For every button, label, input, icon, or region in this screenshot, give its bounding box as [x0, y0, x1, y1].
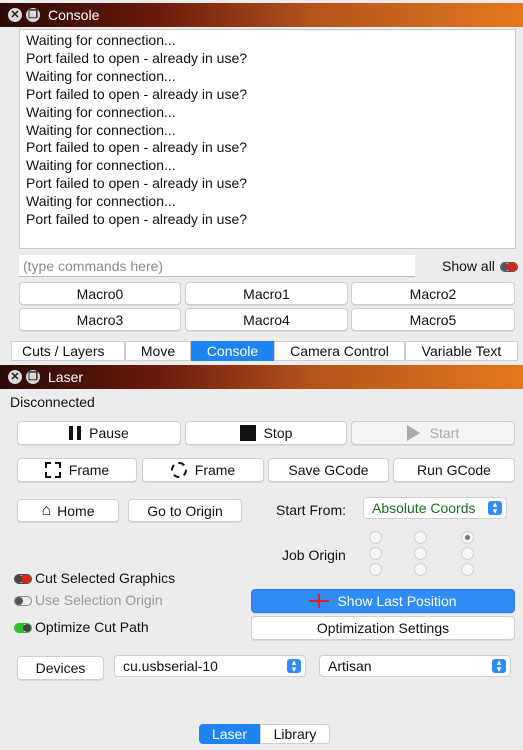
tab-console[interactable]: Console — [191, 341, 274, 361]
log-line: Waiting for connection... — [26, 32, 176, 48]
save-gcode-button[interactable]: Save GCode — [268, 458, 389, 482]
close-icon[interactable]: ✕ — [8, 8, 22, 22]
origin-radio-center[interactable] — [414, 547, 427, 560]
go-to-origin-button[interactable]: Go to Origin — [128, 499, 242, 522]
home-button[interactable]: ⌂ Home — [17, 499, 119, 522]
crosshair-icon — [309, 594, 330, 608]
home-label: Home — [57, 502, 95, 519]
device-profile-select[interactable]: Artisan ▴ ▾ — [319, 655, 511, 677]
start-from-select[interactable]: Absolute Coords ▴ ▾ — [363, 497, 507, 519]
laser-titlebar: ✕ ❐ Laser — [0, 365, 523, 389]
macro1-button[interactable]: Macro1 — [185, 282, 348, 305]
device-profile-value: Artisan — [328, 658, 372, 674]
console-log[interactable]: Waiting for connection... Port failed to… — [19, 29, 516, 249]
restore-icon[interactable]: ❐ — [26, 8, 40, 22]
frame-circle-icon — [170, 462, 187, 478]
port-select[interactable]: cu.usbserial-10 ▴ ▾ — [114, 655, 306, 677]
frame-round-label: Frame — [194, 462, 236, 478]
pause-button[interactable]: Pause — [17, 421, 181, 445]
stop-icon — [239, 425, 256, 441]
devices-button[interactable]: Devices — [17, 656, 104, 680]
toggle-fill — [22, 575, 31, 583]
macro0-button[interactable]: Macro0 — [19, 282, 181, 305]
tab-library[interactable]: Library — [260, 724, 330, 744]
job-origin-label: Job Origin — [282, 547, 346, 563]
macro3-button[interactable]: Macro3 — [19, 308, 181, 331]
console-titlebar: ✕ ❐ Console — [0, 3, 523, 27]
optimize-cut-path-toggle[interactable] — [14, 623, 32, 633]
origin-radio-middle-left[interactable] — [369, 547, 382, 560]
log-line: Waiting for connection... — [26, 103, 176, 120]
frame-round-button[interactable]: Frame — [142, 458, 264, 482]
toggle-knob — [23, 624, 31, 632]
macro2-button[interactable]: Macro2 — [351, 282, 515, 305]
log-line: Waiting for connection... — [26, 67, 176, 84]
macro4-button[interactable]: Macro4 — [185, 308, 348, 331]
tab-variable-text[interactable]: Variable Text — [405, 341, 518, 361]
origin-radio-bottom-right[interactable] — [461, 563, 474, 576]
origin-radio-top-right[interactable] — [461, 531, 474, 544]
start-label: Start — [429, 425, 460, 441]
log-line: Port failed to open - already in use? — [26, 85, 248, 102]
laser-title: Laser — [48, 369, 84, 385]
show-all-toggle[interactable] — [500, 262, 518, 272]
chevron-updown-icon: ▴ ▾ — [492, 658, 506, 674]
frame-rect-label: Frame — [68, 462, 110, 478]
tab-camera-control[interactable]: Camera Control — [274, 341, 405, 361]
optimization-settings-button[interactable]: Optimization Settings — [251, 616, 515, 640]
toggle-knob — [15, 597, 23, 605]
pause-label: Pause — [89, 425, 129, 441]
pause-icon — [69, 426, 82, 440]
origin-radio-middle-right[interactable] — [461, 547, 474, 560]
play-icon — [406, 425, 420, 441]
chevron-updown-icon: ▴ ▾ — [488, 500, 502, 516]
start-from-label: Start From: — [276, 502, 347, 518]
use-selection-origin-label: Use Selection Origin — [35, 592, 163, 608]
restore-icon[interactable]: ❐ — [26, 370, 40, 384]
log-line: Port failed to open - already in use? — [26, 49, 248, 66]
show-last-position-label: Show Last Position — [337, 593, 457, 609]
cut-selected-toggle[interactable] — [14, 574, 32, 584]
toggle-fill — [508, 263, 517, 271]
origin-radio-bottom-center[interactable] — [414, 563, 427, 576]
stop-label: Stop — [263, 425, 293, 441]
log-line: Waiting for connection... — [26, 193, 176, 210]
use-selection-origin-toggle[interactable] — [14, 596, 32, 606]
origin-radio-top-left[interactable] — [369, 531, 382, 544]
home-icon: ⌂ — [41, 501, 52, 519]
frame-rect-icon — [44, 462, 61, 478]
chevron-updown-icon: ▴ ▾ — [287, 658, 301, 674]
log-line: Port failed to open - already in use? — [26, 211, 248, 228]
bottom-tabs: Laser Library — [199, 724, 330, 744]
tab-cuts-layers[interactable]: Cuts / Layers — [11, 341, 125, 361]
connection-status: Disconnected — [10, 394, 95, 410]
tab-laser[interactable]: Laser — [199, 724, 260, 744]
show-last-position-button[interactable]: Show Last Position — [251, 589, 515, 613]
port-value: cu.usbserial-10 — [123, 658, 218, 674]
run-gcode-button[interactable]: Run GCode — [393, 458, 515, 482]
log-line: Waiting for connection... — [26, 121, 176, 138]
panel-tabs: Cuts / Layers Move Console Camera Contro… — [11, 341, 518, 361]
macro5-button[interactable]: Macro5 — [351, 308, 515, 331]
start-button[interactable]: Start — [351, 421, 515, 445]
optimize-cut-path-label: Optimize Cut Path — [35, 619, 149, 635]
origin-radio-bottom-left[interactable] — [369, 563, 382, 576]
tab-move[interactable]: Move — [125, 341, 191, 361]
frame-rect-button[interactable]: Frame — [17, 458, 137, 482]
console-title: Console — [48, 7, 100, 23]
origin-radio-top-center[interactable] — [414, 531, 427, 544]
log-line: Port failed to open - already in use? — [26, 175, 248, 192]
close-icon[interactable]: ✕ — [8, 370, 22, 384]
log-line: Port failed to open - already in use? — [26, 139, 248, 156]
stop-button[interactable]: Stop — [185, 421, 347, 445]
cut-selected-label: Cut Selected Graphics — [35, 570, 176, 586]
start-from-value: Absolute Coords — [372, 500, 476, 516]
command-input[interactable] — [19, 255, 415, 277]
show-all-label: Show all — [442, 258, 495, 274]
log-line: Waiting for connection... — [26, 157, 176, 174]
